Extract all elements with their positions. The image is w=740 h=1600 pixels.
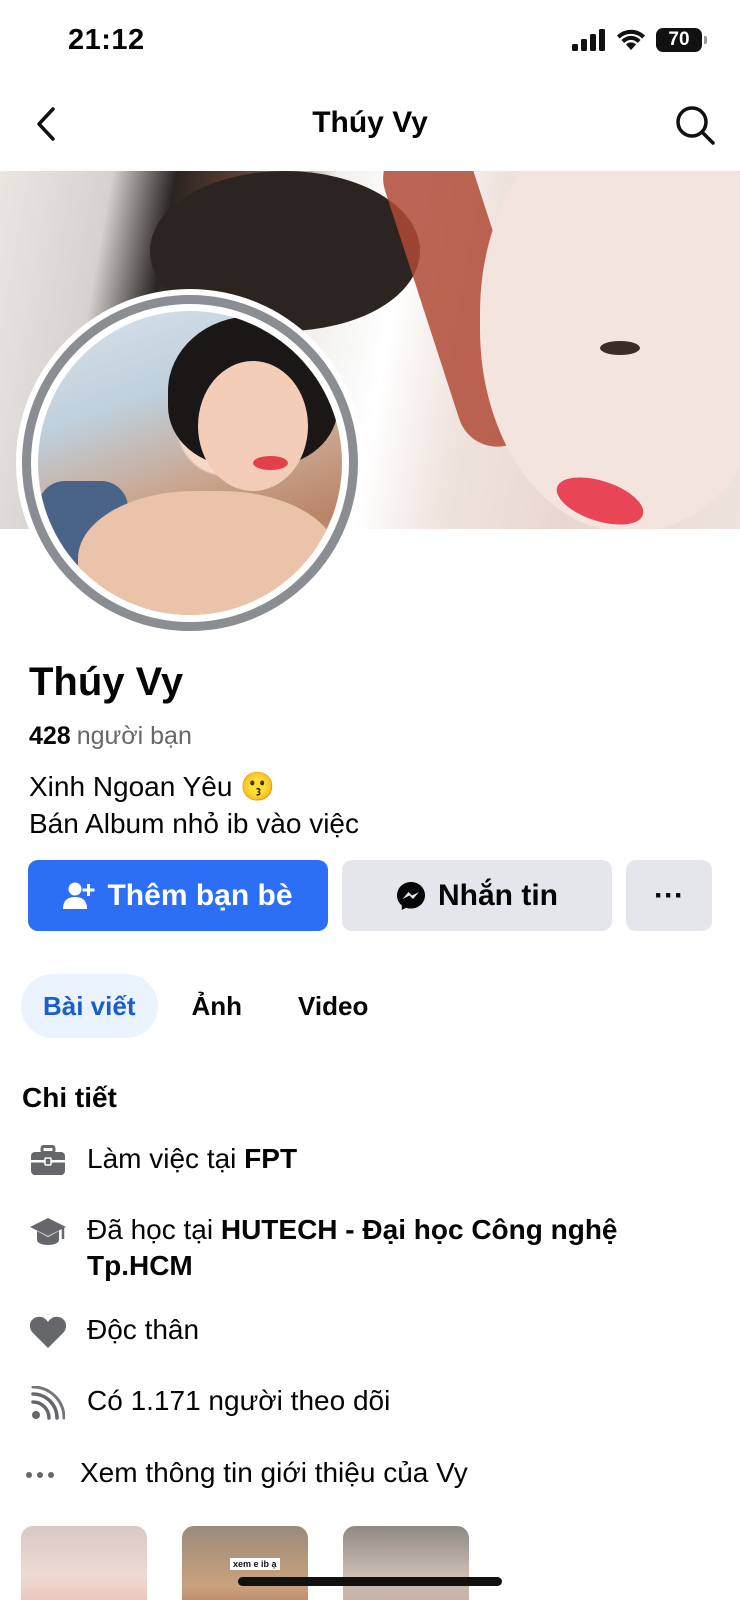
see-about-link[interactable]: Xem thông tin giới thiệu của Vy	[24, 1455, 650, 1495]
tab-posts[interactable]: Bài viết	[21, 974, 158, 1038]
nav-title: Thúy Vy	[312, 106, 428, 139]
briefcase-icon	[28, 1141, 68, 1181]
messenger-icon	[397, 881, 425, 910]
cover-photo-detail	[600, 341, 640, 355]
status-time: 21:12	[68, 24, 145, 56]
avatar-image	[38, 311, 342, 615]
bio-line: Xinh Ngoan Yêu 😗	[29, 771, 276, 802]
detail-work-text: Làm việc tại FPT	[87, 1141, 657, 1177]
search-icon	[676, 106, 715, 145]
featured-photo[interactable]	[21, 1526, 147, 1600]
search-button[interactable]	[672, 102, 718, 148]
more-horizontal-icon	[24, 1455, 56, 1495]
status-icons: 70	[572, 28, 707, 52]
tab-photos[interactable]: Ảnh	[170, 974, 265, 1038]
avatar-detail	[78, 491, 338, 615]
add-friend-button[interactable]: Thêm bạn bè	[28, 860, 328, 931]
detail-work-prefix: Làm việc tại	[87, 1143, 245, 1174]
profile-bio: Xinh Ngoan Yêu 😗 Bán Album nhỏ ib vào vi…	[29, 768, 359, 842]
detail-education-text: Đã học tại HUTECH - Đại học Công nghệ Tp…	[87, 1212, 657, 1284]
battery-indicator: 70	[656, 28, 707, 52]
avatar-detail	[253, 456, 288, 470]
detail-followers-text: Có 1.171 người theo dõi	[87, 1385, 391, 1416]
details-heading: Chi tiết	[22, 1082, 117, 1113]
graduation-cap-icon	[28, 1212, 68, 1252]
add-friend-label: Thêm bạn bè	[107, 878, 293, 912]
see-about-text: Xem thông tin giới thiệu của Vy	[80, 1457, 468, 1488]
friends-label: người bạn	[76, 722, 192, 750]
detail-relationship-text: Độc thân	[87, 1314, 200, 1345]
profile-tabs: Bài viết Ảnh Video	[21, 974, 402, 1038]
heart-icon	[28, 1312, 68, 1352]
profile-avatar[interactable]	[16, 289, 364, 637]
avatar-story-ring	[22, 295, 358, 631]
bio-line: Bán Album nhỏ ib vào việc	[29, 808, 359, 839]
profile-name: Thúy Vy	[29, 660, 184, 704]
featured-photo[interactable]	[343, 1526, 469, 1600]
more-options-icon: ···	[654, 878, 684, 912]
rss-icon	[28, 1383, 68, 1423]
status-bar: 21:12 70	[0, 0, 740, 80]
wifi-icon	[617, 29, 645, 50]
add-person-icon	[63, 882, 95, 909]
detail-edu-prefix: Đã học tại	[87, 1214, 221, 1245]
friends-count: 428	[29, 722, 71, 750]
cellular-signal-icon	[572, 29, 605, 51]
friends-count-link[interactable]: 428 người bạn	[29, 722, 192, 751]
tab-videos[interactable]: Video	[276, 974, 390, 1038]
message-button[interactable]: Nhắn tin	[342, 860, 612, 931]
more-options-button[interactable]: ···	[626, 860, 712, 931]
featured-photo[interactable]: xem e ib ạ	[182, 1526, 308, 1600]
featured-photo-caption: xem e ib ạ	[230, 1558, 280, 1570]
nav-bar: Thúy Vy	[0, 90, 740, 160]
detail-education: Đã học tại HUTECH - Đại học Công nghệ Tp…	[28, 1212, 657, 1284]
message-label: Nhắn tin	[438, 878, 558, 912]
detail-work: Làm việc tại FPT	[28, 1141, 657, 1181]
detail-followers[interactable]: Có 1.171 người theo dõi	[28, 1383, 657, 1423]
home-indicator[interactable]	[238, 1577, 502, 1586]
detail-relationship: Độc thân	[28, 1312, 657, 1352]
featured-photos: xem e ib ạ	[21, 1526, 469, 1600]
detail-work-place: FPT	[244, 1143, 298, 1174]
avatar-detail	[198, 361, 308, 491]
